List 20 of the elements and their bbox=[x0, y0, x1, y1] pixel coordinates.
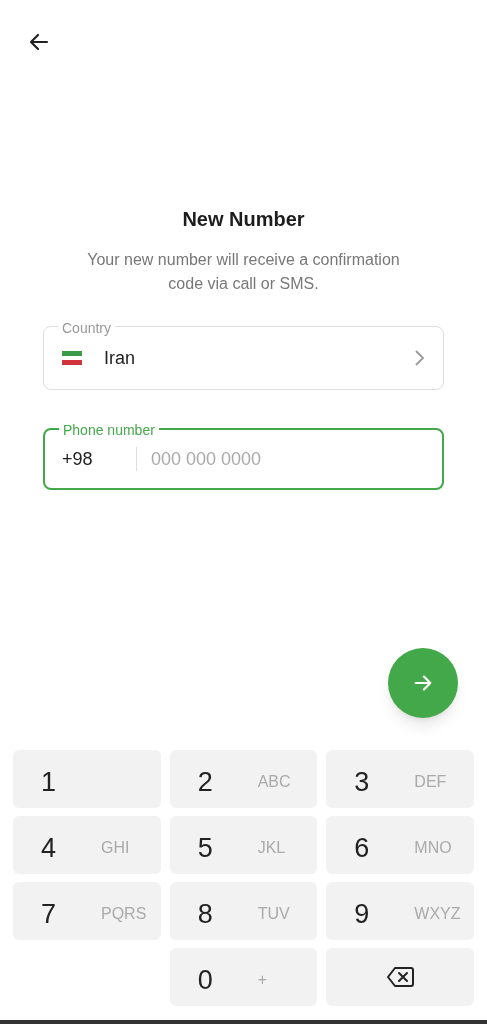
keypad-key[interactable]: 2 ABC bbox=[169, 750, 318, 808]
next-button[interactable] bbox=[388, 648, 458, 718]
page-title: New Number bbox=[182, 207, 305, 232]
keypad-key[interactable]: 8 TUV bbox=[169, 882, 318, 940]
flag-icon bbox=[62, 351, 82, 365]
backspace-key[interactable] bbox=[326, 948, 474, 1006]
keypad-key[interactable]: 3 DEF bbox=[326, 750, 474, 808]
keypad-key[interactable]: 9 WXYZ bbox=[326, 882, 474, 940]
phone-input[interactable]: 000 000 0000 bbox=[151, 445, 425, 473]
keypad-key[interactable]: 7 PQRS bbox=[13, 882, 161, 940]
keypad-key[interactable]: 1 bbox=[13, 750, 161, 808]
backspace-icon bbox=[386, 966, 415, 988]
keypad-key[interactable]: 4 GHI bbox=[13, 816, 161, 874]
country-code: +98 bbox=[62, 447, 94, 471]
keypad-key[interactable]: 6 MNO bbox=[326, 816, 474, 874]
keypad-key[interactable]: 5 JKL bbox=[169, 816, 318, 874]
country-name: Iran bbox=[104, 346, 136, 370]
subtitle-text: Your new number will receive a confirmation code via call or SMS. bbox=[86, 250, 401, 294]
keypad-key[interactable]: 0 + bbox=[169, 948, 318, 1006]
chevron-right-icon bbox=[413, 349, 425, 367]
